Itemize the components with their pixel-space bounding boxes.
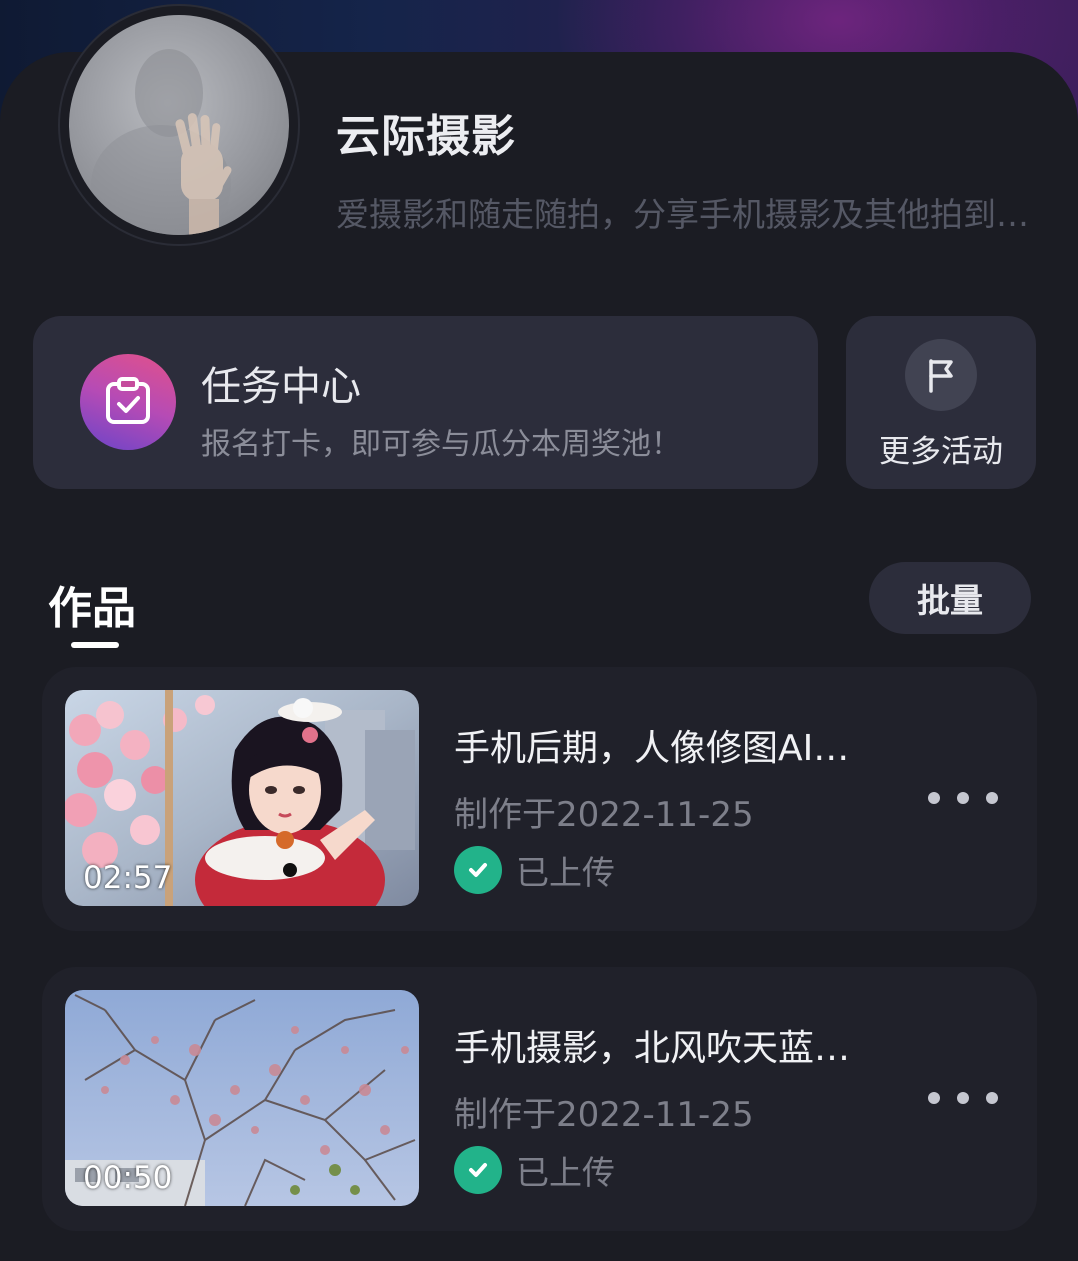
more-options-icon[interactable] xyxy=(928,1083,998,1113)
check-circle-icon xyxy=(454,846,502,894)
more-options-icon[interactable] xyxy=(928,783,998,813)
work-item[interactable]: 00:50 手机摄影，北风吹天蓝… 制作于2022-11-25 已上传 xyxy=(42,967,1037,1231)
work-date: 制作于2022-11-25 xyxy=(454,795,754,835)
upload-status-label: 已上传 xyxy=(516,1153,615,1192)
more-activities-label: 更多活动 xyxy=(879,434,1003,470)
work-item[interactable]: 02:57 手机后期，人像修图AI… 制作于2022-11-25 已上传 xyxy=(42,667,1037,931)
tab-works[interactable]: 作品 xyxy=(48,572,136,636)
batch-button[interactable]: 批量 xyxy=(869,562,1031,634)
profile-name: 云际摄影 xyxy=(336,111,516,162)
upload-status: 已上传 xyxy=(454,1145,615,1195)
upload-status: 已上传 xyxy=(454,845,615,895)
upload-status-label: 已上传 xyxy=(516,853,615,892)
tab-works-indicator xyxy=(71,642,119,648)
task-center-card[interactable]: 任务中心 报名打卡，即可参与瓜分本周奖池！ xyxy=(33,316,818,489)
avatar-image xyxy=(69,15,289,235)
task-center-title: 任务中心 xyxy=(201,364,361,410)
work-duration: 00:50 xyxy=(83,1160,173,1196)
work-duration: 02:57 xyxy=(83,860,173,896)
flag-icon xyxy=(905,339,977,411)
work-thumbnail[interactable]: 00:50 xyxy=(65,990,419,1206)
work-date: 制作于2022-11-25 xyxy=(454,1095,754,1135)
avatar[interactable] xyxy=(58,4,300,246)
profile-page: 云际摄影 爱摄影和随走随拍，分享手机摄影及其他拍到… 任务中心 报名打卡，即可参… xyxy=(0,0,1078,1261)
more-activities-button[interactable]: 更多活动 xyxy=(846,316,1036,489)
task-center-subtitle: 报名打卡，即可参与瓜分本周奖池！ xyxy=(201,427,681,462)
work-thumbnail[interactable]: 02:57 xyxy=(65,690,419,906)
calendar-check-icon xyxy=(80,354,176,450)
work-title[interactable]: 手机后期，人像修图AI… xyxy=(454,719,884,771)
work-title[interactable]: 手机摄影，北风吹天蓝… xyxy=(454,1019,884,1071)
check-circle-icon xyxy=(454,1146,502,1194)
profile-bio[interactable]: 爱摄影和随走随拍，分享手机摄影及其他拍到… xyxy=(336,188,1078,236)
